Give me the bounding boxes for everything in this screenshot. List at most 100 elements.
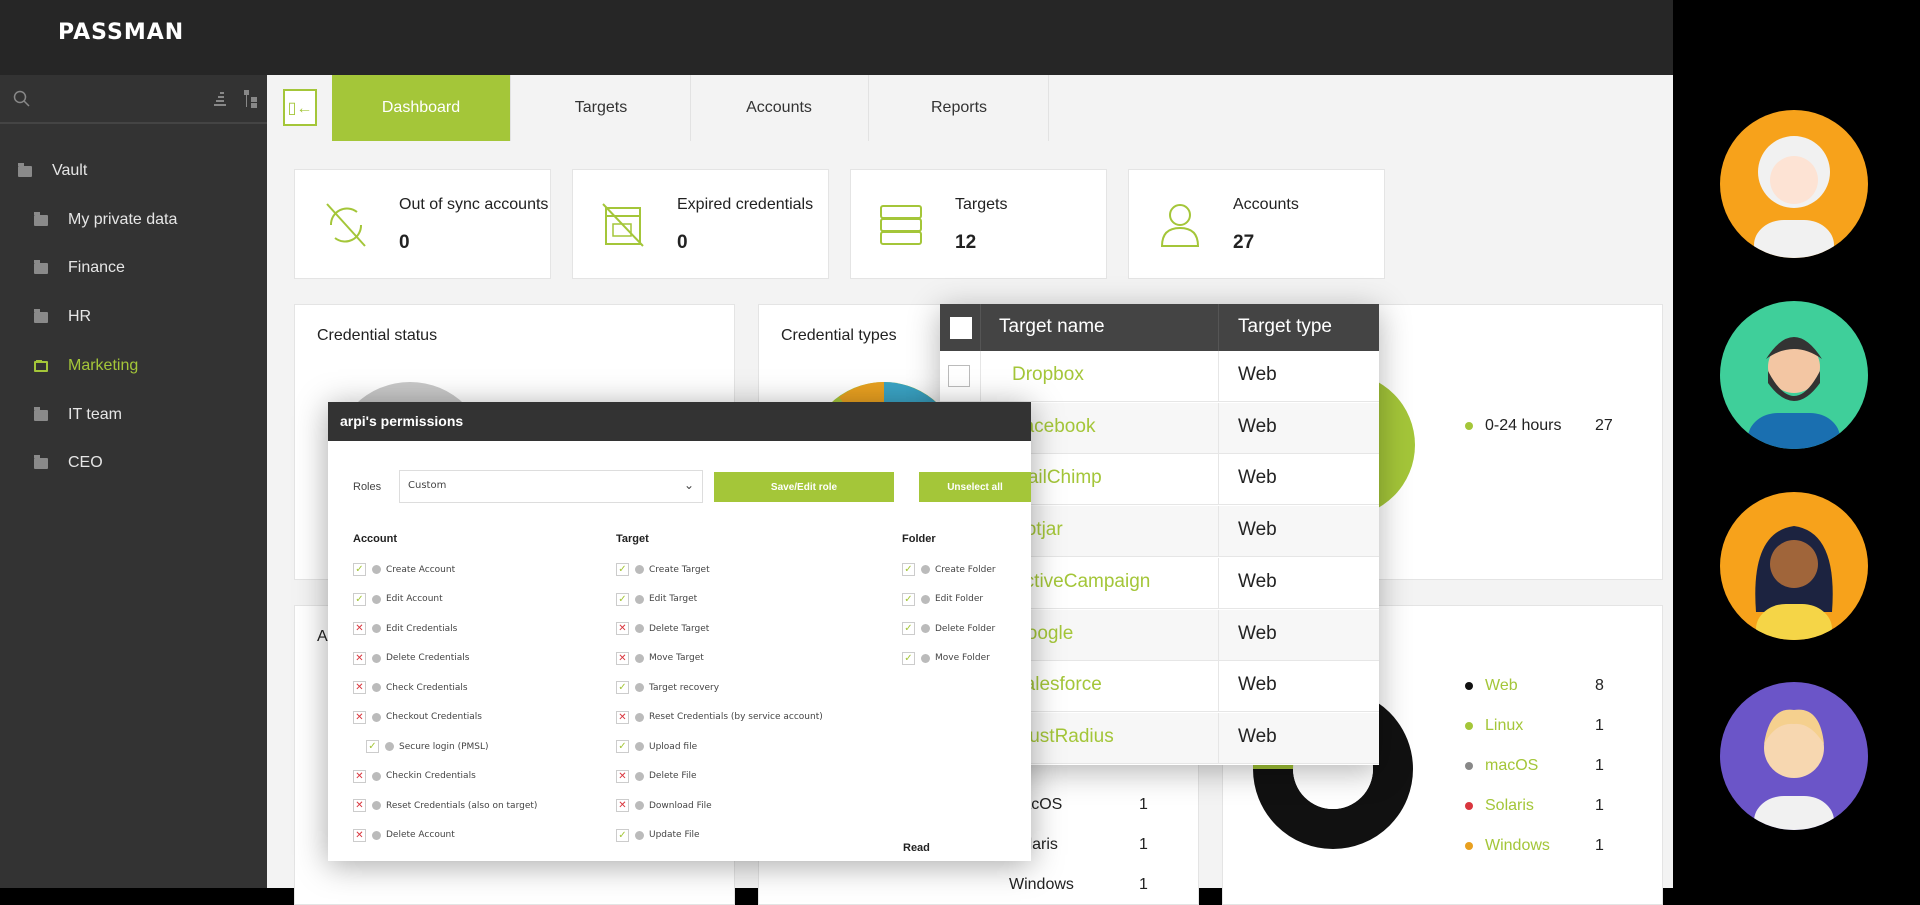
check-icon[interactable]: ✓ <box>902 592 915 606</box>
permission-label: Reset Credentials (also on target) <box>386 800 538 811</box>
cross-icon[interactable]: ✕ <box>353 710 366 724</box>
info-icon <box>635 801 644 810</box>
info-icon <box>635 594 644 604</box>
cross-icon[interactable]: ✕ <box>616 710 629 724</box>
collapse-sidebar-button[interactable]: ▯← <box>283 89 317 126</box>
stat-card-accounts[interactable]: Accounts 27 <box>1128 169 1385 279</box>
tab-targets[interactable]: Targets <box>512 75 691 141</box>
permission-label: Delete Account <box>386 830 455 840</box>
legend-dot <box>1465 682 1473 690</box>
info-icon <box>635 830 644 840</box>
cross-icon[interactable]: ✕ <box>616 651 629 665</box>
sidebar-item-marketing[interactable]: Marketing <box>34 351 138 381</box>
select-all-checkbox[interactable] <box>950 317 972 339</box>
permission-item: ✓ Edit Account <box>353 592 443 606</box>
cross-icon[interactable]: ✕ <box>353 681 366 694</box>
permission-item: ✕ Reset Credentials (also on target) <box>353 799 537 812</box>
check-icon[interactable]: ✓ <box>616 592 629 606</box>
cross-icon[interactable]: ✕ <box>616 799 629 812</box>
stat-value: 0 <box>399 232 410 253</box>
legend-value: 8 <box>1595 677 1604 694</box>
table-row[interactable]: Dropbox Web <box>940 351 1379 402</box>
permission-label: Upload file <box>649 741 698 752</box>
cross-icon[interactable]: ✕ <box>353 828 366 842</box>
target-name-link[interactable]: ActiveCampaign <box>1012 571 1150 593</box>
stat-label: Expired credentials <box>677 196 814 213</box>
cross-icon[interactable]: ✕ <box>353 622 366 635</box>
stat-card-targets[interactable]: Targets 12 <box>850 169 1107 279</box>
folder-icon <box>34 259 48 274</box>
info-icon <box>372 801 381 810</box>
info-icon <box>372 594 381 604</box>
stat-card-expired-credentials[interactable]: Expired credentials 0 <box>572 169 829 279</box>
check-icon[interactable]: ✓ <box>366 740 379 753</box>
check-icon[interactable]: ✓ <box>902 651 915 665</box>
search-icon[interactable] <box>13 90 31 108</box>
permission-item: ✓ Create Folder <box>902 563 996 576</box>
permission-item: ✓ Create Target <box>616 563 710 576</box>
legend-value: 1 <box>1595 717 1604 734</box>
sort-icon[interactable] <box>214 91 228 107</box>
check-icon[interactable]: ✓ <box>616 740 629 753</box>
sidebar-item-ceo[interactable]: CEO <box>34 448 103 478</box>
sidebar-item-label: Vault <box>52 162 88 179</box>
roles-value: Custom <box>408 480 447 491</box>
check-icon[interactable]: ✓ <box>616 828 629 842</box>
avatar-user-1[interactable] <box>1720 110 1868 258</box>
permission-label: Delete Credentials <box>386 653 470 663</box>
permission-column-heading: Target <box>616 533 649 545</box>
check-icon[interactable]: ✓ <box>353 592 366 606</box>
avatar-user-2[interactable] <box>1720 301 1868 449</box>
info-icon <box>921 653 930 663</box>
header-target-name[interactable]: Target name <box>999 316 1105 338</box>
avatar-user-4[interactable] <box>1720 682 1868 830</box>
sidebar-search[interactable] <box>0 75 267 124</box>
permission-label: Delete Target <box>649 623 710 634</box>
check-icon[interactable]: ✓ <box>616 563 629 576</box>
legend-value: 27 <box>1595 417 1613 434</box>
check-icon[interactable]: ✓ <box>616 681 629 694</box>
info-icon <box>635 683 644 692</box>
legend-label: Windows <box>1485 837 1550 854</box>
cross-icon[interactable]: ✕ <box>616 622 629 635</box>
cross-icon[interactable]: ✕ <box>616 769 629 783</box>
cross-icon[interactable]: ✕ <box>353 651 366 665</box>
permission-item: ✓ Target recovery <box>616 681 719 694</box>
sidebar-item-hr[interactable]: HR <box>34 302 91 332</box>
legend-label: 0-24 hours <box>1485 417 1562 434</box>
target-type: Web <box>1238 467 1277 489</box>
sidebar-item-my-private-data[interactable]: My private data <box>34 205 177 235</box>
sidebar-item-vault[interactable]: Vault <box>18 156 87 186</box>
avatar-user-3[interactable] <box>1720 492 1868 640</box>
user-icon <box>1157 200 1203 250</box>
target-name-link[interactable]: Dropbox <box>1012 364 1084 386</box>
save-edit-role-button[interactable]: Save/Edit role <box>714 472 894 502</box>
stat-card-out-of-sync-accounts[interactable]: Out of sync accounts 0 <box>294 169 551 279</box>
tab-dashboard[interactable]: Dashboard <box>332 75 511 141</box>
tab-accounts[interactable]: Accounts <box>690 75 869 141</box>
permission-label: Checkin Credentials <box>386 771 476 781</box>
roles-select[interactable]: Custom ⌄ <box>399 470 703 503</box>
permission-label: Target recovery <box>649 682 720 693</box>
tab-reports[interactable]: Reports <box>870 75 1049 141</box>
cross-icon[interactable]: ✕ <box>353 769 366 783</box>
check-icon[interactable]: ✓ <box>902 563 915 576</box>
cross-icon[interactable]: ✕ <box>353 799 366 812</box>
row-checkbox[interactable] <box>948 365 970 387</box>
legend-item: macOS 1 <box>1465 757 1665 775</box>
permission-label: Edit Target <box>649 594 698 604</box>
check-icon[interactable]: ✓ <box>902 622 915 635</box>
permission-item: ✓ Edit Target <box>616 592 698 606</box>
check-icon[interactable]: ✓ <box>353 563 366 576</box>
info-icon <box>635 742 644 751</box>
tree-icon[interactable] <box>243 89 259 109</box>
sidebar-item-label: My private data <box>68 211 178 228</box>
sidebar-item-label: CEO <box>68 454 103 471</box>
permission-label: Update File <box>649 830 700 840</box>
target-type: Web <box>1238 364 1277 385</box>
unselect-all-button[interactable]: Unselect all <box>919 472 1031 502</box>
info-icon <box>372 771 381 781</box>
sidebar-item-finance[interactable]: Finance <box>34 253 125 283</box>
sidebar-item-it-team[interactable]: IT team <box>34 400 122 430</box>
header-target-type[interactable]: Target type <box>1238 316 1332 338</box>
